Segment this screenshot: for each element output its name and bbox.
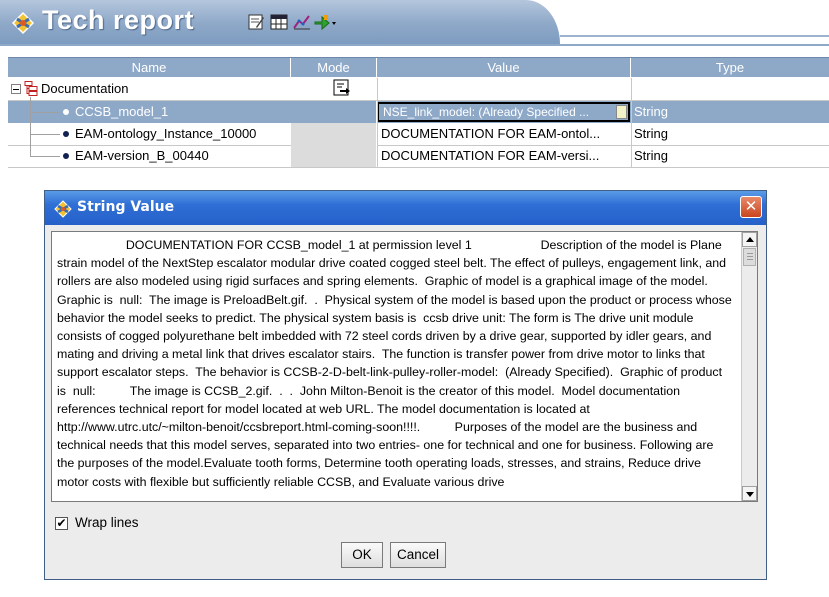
column-divider xyxy=(631,78,632,168)
documentation-text[interactable]: DOCUMENTATION FOR CCSB_model_1 at permis… xyxy=(57,236,734,498)
row-name: EAM-ontology_Instance_10000 xyxy=(75,126,257,141)
dropdown-arrow-icon xyxy=(332,22,336,25)
page-title: Tech report xyxy=(42,5,195,35)
row-value[interactable]: DOCUMENTATION FOR EAM-versi... xyxy=(381,145,630,167)
row-type: String xyxy=(634,148,668,163)
row-name: CCSB_model_1 xyxy=(75,104,169,119)
tree-connector xyxy=(30,112,60,113)
table-row[interactable]: EAM-ontology_Instance_10000 DOCUMENTATIO… xyxy=(8,123,829,145)
open-editor-icon[interactable] xyxy=(333,79,351,97)
wrap-lines-checkbox[interactable]: ✔ xyxy=(55,517,68,530)
chart-icon[interactable] xyxy=(293,13,311,31)
mode-cell xyxy=(291,101,377,123)
table-row[interactable]: CCSB_model_1 NSE_link_model: (Already Sp… xyxy=(8,101,829,123)
mode-cell xyxy=(291,145,377,167)
column-divider xyxy=(377,78,378,168)
wrap-lines-label[interactable]: Wrap lines xyxy=(75,515,139,530)
app-header: Tech report xyxy=(0,0,829,50)
mode-cell xyxy=(291,123,377,145)
vertical-scrollbar[interactable] xyxy=(741,232,757,501)
row-type: String xyxy=(634,126,668,141)
tree-connector xyxy=(30,134,60,135)
header-divider-line xyxy=(560,35,829,37)
table-icon[interactable] xyxy=(270,13,288,31)
column-header-name[interactable]: Name xyxy=(8,58,291,78)
bullet-icon xyxy=(63,153,69,159)
documentation-textarea[interactable]: DOCUMENTATION FOR CCSB_model_1 at permis… xyxy=(51,231,758,502)
mode-cell xyxy=(291,78,377,100)
collapse-toggle-icon[interactable] xyxy=(11,84,21,94)
row-divider xyxy=(8,167,829,168)
scroll-up-arrow-icon[interactable] xyxy=(742,232,757,247)
app-logo-icon xyxy=(11,11,35,35)
scrollbar-thumb[interactable] xyxy=(743,248,756,266)
value-cell-editor[interactable]: NSE_link_model: (Already Specified ... xyxy=(377,102,630,122)
row-name: EAM-version_B_00440 xyxy=(75,148,209,163)
row-value[interactable]: DOCUMENTATION FOR EAM-ontol... xyxy=(381,123,630,145)
string-value-dialog: String Value ✕ DOCUMENTATION FOR CCSB_mo… xyxy=(44,190,767,580)
table-row[interactable]: EAM-version_B_00440 DOCUMENTATION FOR EA… xyxy=(8,145,829,167)
tree-connector xyxy=(30,156,60,157)
row-type: String xyxy=(634,104,668,119)
edit-icon[interactable] xyxy=(247,13,265,31)
bullet-icon xyxy=(63,109,69,115)
dialog-titlebar[interactable]: String Value ✕ xyxy=(45,191,766,225)
column-header-type[interactable]: Type xyxy=(631,58,829,78)
column-header-value[interactable]: Value xyxy=(377,58,631,78)
dialog-title: String Value xyxy=(77,199,175,215)
scroll-down-arrow-icon[interactable] xyxy=(742,486,757,501)
tree-root-label: Documentation xyxy=(41,81,129,96)
tree-connector xyxy=(30,97,31,156)
edit-ellipsis-button[interactable] xyxy=(616,105,627,119)
header-divider xyxy=(0,44,829,46)
column-header-mode[interactable]: Mode xyxy=(291,58,377,78)
close-button[interactable]: ✕ xyxy=(740,196,762,218)
hierarchy-icon xyxy=(24,81,38,96)
table-header: Name Mode Value Type xyxy=(8,57,829,78)
row-value: NSE_link_model: (Already Specified ... xyxy=(383,105,590,119)
ok-button[interactable]: OK xyxy=(341,542,383,568)
cancel-button[interactable]: Cancel xyxy=(390,542,446,568)
tree-root-row[interactable]: Documentation xyxy=(8,78,829,100)
export-icon[interactable] xyxy=(313,13,337,31)
bullet-icon xyxy=(63,131,69,137)
dialog-app-icon xyxy=(54,200,72,218)
